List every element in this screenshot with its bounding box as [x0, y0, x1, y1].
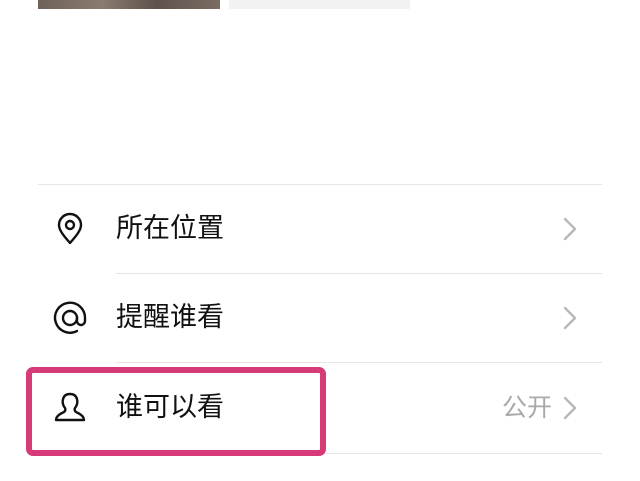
mention-label: 提醒谁看 — [116, 302, 224, 333]
at-sign-icon — [52, 300, 88, 336]
photo-thumbnail[interactable] — [38, 0, 220, 9]
row-divider — [116, 362, 602, 363]
location-pin-icon — [52, 211, 88, 247]
visibility-label: 谁可以看 — [116, 392, 224, 423]
add-photo-tile[interactable] — [229, 0, 410, 9]
person-icon — [52, 390, 88, 426]
chevron-right-icon — [563, 217, 577, 241]
visibility-value: 公开 — [501, 393, 552, 422]
section-divider — [38, 453, 602, 454]
location-label: 所在位置 — [116, 213, 224, 244]
mention-row[interactable]: 提醒谁看 — [38, 274, 602, 362]
chevron-right-icon — [563, 306, 577, 330]
visibility-row[interactable]: 谁可以看 公开 — [38, 364, 602, 452]
chevron-right-icon — [563, 396, 577, 420]
location-row[interactable]: 所在位置 — [38, 185, 602, 273]
